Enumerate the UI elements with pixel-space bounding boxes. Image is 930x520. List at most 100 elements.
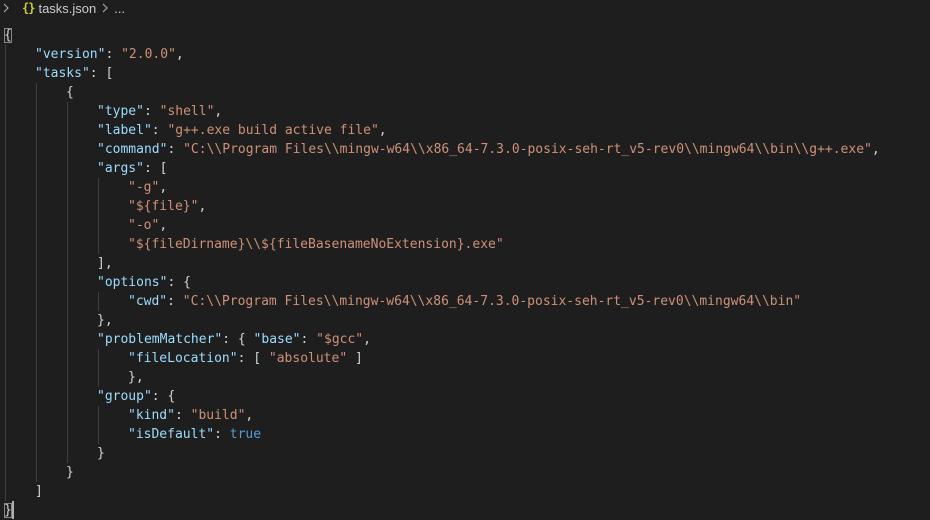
- code-line[interactable]: "label": "g++.exe build active file",: [97, 121, 387, 140]
- json-punctuation: },: [128, 370, 144, 385]
- code-line[interactable]: "tasks": [: [35, 64, 113, 83]
- json-punctuation: ,: [214, 104, 223, 119]
- code-editor[interactable]: {"version": "2.0.0", "tasks": [{"type": "…: [0, 16, 930, 520]
- code-line[interactable]: "cwd": "C:\\Program Files\\mingw-w64\\x8…: [128, 292, 801, 311]
- json-punctuation: {: [66, 85, 74, 100]
- json-punctuation: : {: [151, 389, 176, 404]
- json-punctuation: ,: [363, 332, 371, 347]
- json-boolean: true: [229, 427, 262, 442]
- json-key: "group": [97, 389, 152, 404]
- code-line[interactable]: "-g",: [128, 178, 167, 197]
- json-key: "kind": [128, 408, 175, 423]
- code-line[interactable]: "command": "C:\\Program Files\\mingw-w64…: [97, 140, 880, 159]
- code-line[interactable]: {: [4, 26, 12, 45]
- code-line[interactable]: "${fileDirname}\\${fileBasenameNoExtensi…: [128, 235, 504, 254]
- indent-guide: [67, 102, 68, 463]
- indent-guide: [98, 292, 99, 311]
- json-string: "$gcc": [316, 332, 364, 347]
- json-key: "problemMatcher": [97, 332, 223, 347]
- json-string: "${fileDirname}\\${fileBasenameNoExtensi…: [128, 237, 504, 252]
- json-key: "args": [97, 161, 144, 176]
- json-punctuation: ,: [871, 142, 880, 157]
- code-line[interactable]: },: [97, 311, 113, 330]
- json-string: "g++.exe build active file": [167, 123, 379, 138]
- json-string: "${file}": [128, 199, 199, 214]
- code-line[interactable]: "args": [: [97, 159, 167, 178]
- json-punctuation: }: [97, 446, 105, 461]
- json-key: "label": [97, 123, 152, 138]
- code-line[interactable]: ],: [97, 254, 113, 273]
- code-line[interactable]: "fileLocation": [ "absolute" ]: [128, 349, 363, 368]
- json-braces-icon: {}: [22, 1, 35, 15]
- json-punctuation: ]: [35, 484, 43, 499]
- json-punctuation: : [: [143, 161, 168, 176]
- json-punctuation: : [: [237, 351, 269, 366]
- indent-guide: [98, 349, 99, 387]
- json-punctuation: :: [105, 47, 122, 62]
- breadcrumb-file-name[interactable]: tasks.json: [38, 1, 96, 16]
- code-line[interactable]: "${file}",: [128, 197, 206, 216]
- code-line[interactable]: "problemMatcher": { "base": "$gcc",: [97, 330, 371, 349]
- json-punctuation: ,: [159, 180, 168, 195]
- json-key: "cwd": [128, 294, 168, 309]
- chevron-right-icon[interactable]: [0, 1, 12, 15]
- json-string: "C:\\Program Files\\mingw-w64\\x86_64-7.…: [182, 294, 802, 309]
- json-punctuation: ],: [97, 256, 113, 271]
- code-line[interactable]: "type": "shell",: [97, 102, 222, 121]
- json-key: "version": [35, 47, 106, 62]
- json-punctuation: ,: [198, 199, 207, 214]
- json-punctuation: :: [143, 104, 160, 119]
- json-punctuation: :: [151, 123, 168, 138]
- indent-guide: [36, 83, 37, 482]
- text-cursor: [12, 501, 14, 519]
- code-line[interactable]: ]: [35, 482, 43, 501]
- json-string: "-o": [128, 218, 160, 233]
- code-line[interactable]: "isDefault": true: [128, 425, 261, 444]
- json-punctuation: :: [167, 294, 183, 309]
- code-line[interactable]: }: [4, 501, 12, 520]
- json-key: "type": [97, 104, 144, 119]
- json-punctuation: }: [4, 503, 12, 518]
- code-line[interactable]: "group": {: [97, 387, 175, 406]
- json-string: "2.0.0": [121, 47, 176, 62]
- json-punctuation: : {: [222, 332, 254, 347]
- code-line[interactable]: "options": {: [97, 273, 191, 292]
- breadcrumb: {} tasks.json ...: [0, 0, 930, 16]
- json-punctuation: :: [174, 408, 191, 423]
- json-key: "tasks": [35, 66, 90, 81]
- code-line[interactable]: }: [97, 444, 105, 463]
- json-key: "options": [97, 275, 168, 290]
- json-string: "shell": [159, 104, 215, 119]
- json-key: "base": [253, 332, 301, 347]
- json-string: "build": [190, 408, 246, 423]
- json-punctuation: ,: [175, 47, 184, 62]
- json-punctuation: {: [4, 28, 12, 43]
- json-string: "-g": [128, 180, 160, 195]
- indent-guide: [98, 178, 99, 254]
- code-line[interactable]: }: [66, 463, 74, 482]
- json-punctuation: ,: [245, 408, 254, 423]
- code-line[interactable]: },: [128, 368, 144, 387]
- code-line[interactable]: {: [66, 83, 74, 102]
- chevron-right-icon: [99, 1, 111, 15]
- json-string: "absolute": [268, 351, 348, 366]
- json-punctuation: :: [167, 142, 184, 157]
- json-key: "isDefault": [128, 427, 215, 442]
- indent-guide: [5, 45, 6, 501]
- json-punctuation: : [: [89, 66, 114, 81]
- json-punctuation: }: [66, 465, 74, 480]
- json-key: "command": [97, 142, 168, 157]
- json-punctuation: ]: [347, 351, 363, 366]
- json-punctuation: ,: [159, 218, 168, 233]
- json-punctuation: :: [300, 332, 317, 347]
- breadcrumb-more[interactable]: ...: [114, 1, 125, 16]
- json-punctuation: ,: [378, 123, 387, 138]
- indent-guide: [98, 406, 99, 444]
- json-punctuation: : {: [167, 275, 191, 290]
- code-line[interactable]: "version": "2.0.0",: [35, 45, 184, 64]
- json-string: "C:\\Program Files\\mingw-w64\\x86_64-7.…: [183, 142, 872, 157]
- code-line[interactable]: "-o",: [128, 216, 167, 235]
- json-key: "fileLocation": [128, 351, 238, 366]
- code-line[interactable]: "kind": "build",: [128, 406, 253, 425]
- json-punctuation: },: [97, 313, 113, 328]
